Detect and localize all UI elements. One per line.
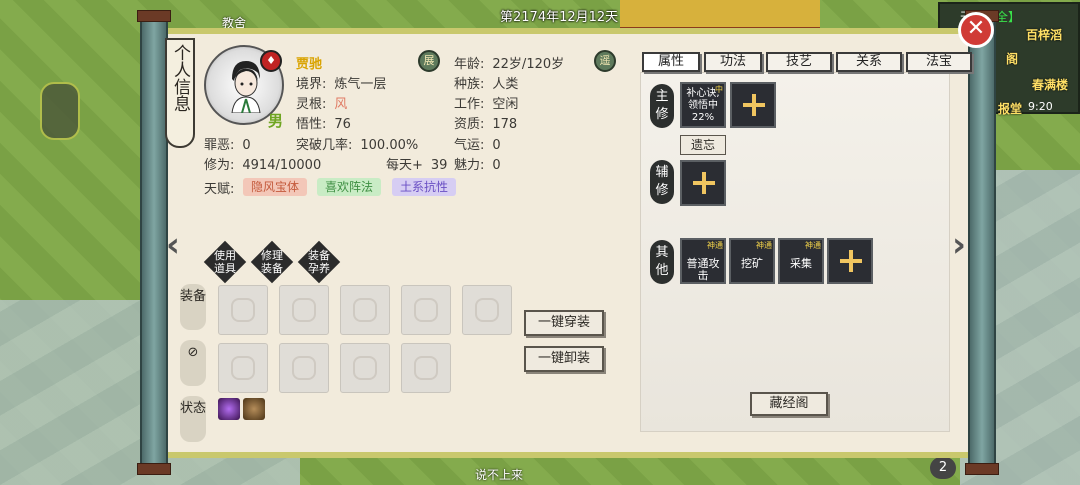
personal-info-tab[interactable]: 个人信息 — [165, 38, 195, 148]
main-skill-slot[interactable]: 中 补心诀,领悟中 22% — [680, 82, 726, 128]
chat-message[interactable]: 说不上来 — [475, 466, 523, 483]
equip-row-label: 装备 — [180, 284, 206, 330]
other-skills-label: 其他 — [650, 240, 674, 284]
fire-element-icon: ♦ — [260, 50, 282, 72]
equip-all-button[interactable]: 一键穿装 — [524, 310, 604, 336]
job-value: 空闲 — [492, 97, 519, 112]
forget-button[interactable]: 遗忘 — [680, 135, 726, 155]
daily-gain-value: 39 — [430, 158, 448, 173]
gender: 男 — [268, 112, 284, 130]
notification-count[interactable]: 2 — [930, 457, 956, 479]
realm-value: 炼气一层 — [334, 77, 387, 92]
equip-slot-armor[interactable] — [218, 343, 268, 393]
time-locked-icon: ⊘ — [180, 340, 206, 386]
equip-slot-ring[interactable] — [340, 285, 390, 335]
cultivation-value: 4914/10000 — [242, 158, 322, 173]
tab-treasures[interactable]: 法宝 — [906, 52, 972, 72]
close-button[interactable]: ✕ — [958, 12, 994, 48]
character-face-icon — [231, 61, 261, 113]
expand-icon[interactable]: 展 — [418, 50, 440, 72]
equip-slot-boots[interactable] — [401, 285, 451, 335]
tab-bar: 属性 功法 技艺 关系 法宝 — [642, 52, 972, 72]
scroll-roller-right — [965, 10, 999, 475]
equip-slot-talisman[interactable] — [340, 343, 390, 393]
minimap-place: 报堂 — [998, 102, 1023, 116]
tab-attributes[interactable]: 属性 — [642, 52, 700, 72]
sin-value: 0 — [242, 138, 251, 153]
aux-cultivation-label: 辅修 — [650, 160, 674, 204]
breakthrough-value: 100.00% — [360, 138, 419, 153]
add-aux-skill-icon[interactable] — [680, 160, 726, 206]
tab-relations[interactable]: 关系 — [836, 52, 902, 72]
repair-equipment-button[interactable]: 修理装备 — [250, 240, 294, 284]
talent-badge[interactable]: 隐风宝体 — [243, 178, 308, 196]
equip-slot-extra[interactable] — [462, 285, 512, 335]
aptitude-value: 178 — [492, 117, 518, 132]
prev-character-arrow-icon[interactable]: ‹ — [166, 225, 180, 265]
status-row-label: 状态 — [180, 396, 206, 442]
game-date: 第2174年12月12天 — [500, 10, 619, 25]
minimap-time: 9:20 — [1028, 100, 1053, 113]
personal-info-label: 个人信息 — [170, 44, 190, 112]
skill-gathering[interactable]: 神通 采集 — [778, 238, 824, 284]
main-skill-name: 补心诀,领悟中 22% — [686, 88, 720, 123]
tab-skills[interactable]: 技艺 — [766, 52, 832, 72]
minimap-place: 春满楼 — [1032, 78, 1069, 92]
unequip-all-button[interactable]: 一键卸装 — [524, 346, 604, 372]
status-buff-icon[interactable] — [218, 398, 240, 420]
skill-normal-attack[interactable]: 神通 普通攻击 — [680, 238, 726, 284]
player-avatar-icon[interactable] — [40, 82, 80, 140]
talent-badge[interactable]: 土系抗性 — [392, 178, 457, 196]
equip-slot-charm[interactable] — [401, 343, 451, 393]
minimap-place: 百梓滔 — [1026, 28, 1063, 42]
use-item-button[interactable]: 使用道具 — [203, 240, 247, 284]
retreat-icon[interactable]: 遥 — [594, 50, 616, 72]
luck-value: 0 — [492, 138, 501, 153]
equip-slot-weapon[interactable] — [218, 285, 268, 335]
charm-value: 0 — [492, 158, 501, 173]
equip-slot-sword[interactable] — [279, 285, 329, 335]
tab-techniques[interactable]: 功法 — [704, 52, 762, 72]
main-cultivation-label: 主修 — [650, 84, 674, 128]
scroll-roller-left — [137, 10, 171, 475]
spirit-root-value: 风 — [334, 97, 348, 112]
wisdom-value: 76 — [334, 117, 351, 132]
age-value: 22岁/120岁 — [492, 57, 565, 72]
building-roof — [620, 0, 820, 30]
add-main-skill-icon[interactable] — [730, 82, 776, 128]
character-name: 贾驰 — [296, 57, 323, 72]
race-value: 人类 — [492, 77, 519, 92]
scripture-library-button[interactable]: 藏经阁 — [750, 392, 828, 416]
status-debuff-icon[interactable] — [243, 398, 265, 420]
skill-mining[interactable]: 神通 挖矿 — [729, 238, 775, 284]
equip-slot-amulet[interactable] — [279, 343, 329, 393]
minimap-place: 阁 — [1006, 52, 1019, 66]
add-other-skill-icon[interactable] — [827, 238, 873, 284]
talent-label: 天赋: — [204, 182, 235, 197]
talent-badge[interactable]: 喜欢阵法 — [317, 178, 382, 196]
next-character-arrow-icon[interactable]: › — [952, 225, 966, 265]
nurture-equipment-button[interactable]: 装备孕养 — [297, 240, 341, 284]
